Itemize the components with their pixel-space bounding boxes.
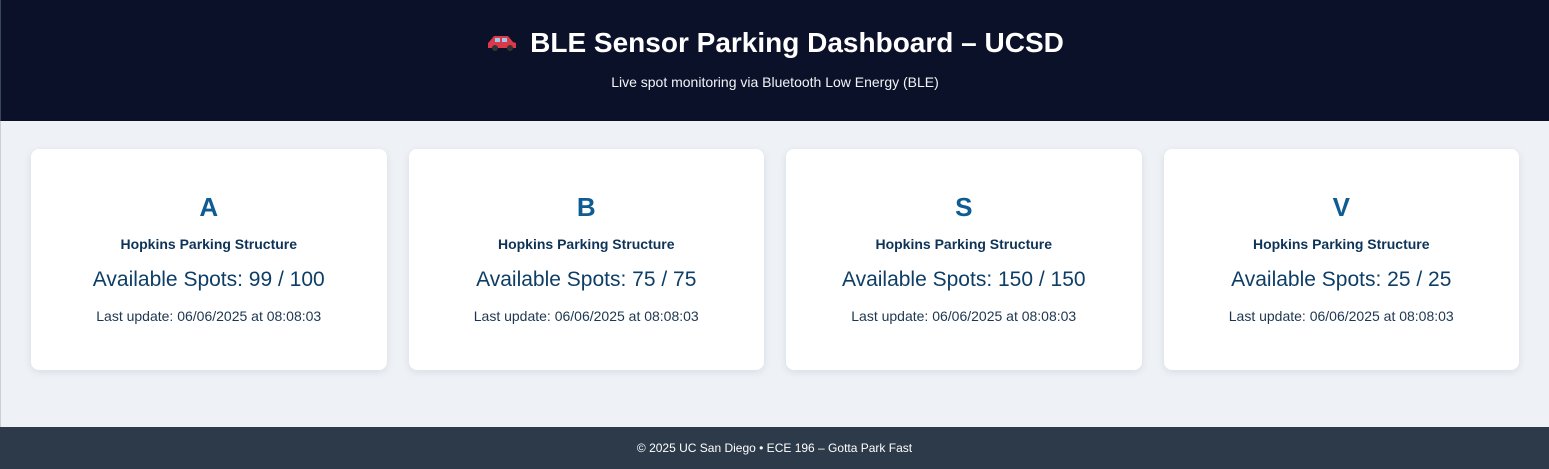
card-grid: A Hopkins Parking Structure Available Sp… <box>31 149 1519 370</box>
main-content: A Hopkins Parking Structure Available Sp… <box>0 121 1549 427</box>
card-letter: A <box>199 192 219 222</box>
card-last-update: Last update: 06/06/2025 at 08:08:03 <box>851 308 1077 324</box>
card-structure: Hopkins Parking Structure <box>497 236 675 252</box>
page-subtitle: Live spot monitoring via Bluetooth Low E… <box>611 74 939 90</box>
footer-text: © 2025 UC San Diego • ECE 196 – Gotta Pa… <box>636 441 913 455</box>
card-available-spots: Available Spots: 25 / 25 <box>1231 268 1452 291</box>
card-structure: Hopkins Parking Structure <box>1252 236 1430 252</box>
parking-card-v: V Hopkins Parking Structure Available Sp… <box>1163 149 1519 370</box>
card-structure: Hopkins Parking Structure <box>875 236 1053 252</box>
card-available-spots: Available Spots: 75 / 75 <box>476 268 697 291</box>
parking-card-b: B Hopkins Parking Structure Available Sp… <box>408 149 764 370</box>
card-available-spots: Available Spots: 150 / 150 <box>841 268 1086 291</box>
card-last-update: Last update: 06/06/2025 at 08:08:03 <box>96 308 322 324</box>
card-letter: S <box>955 192 973 222</box>
card-available-spots: Available Spots: 99 / 100 <box>92 268 325 291</box>
card-letter: B <box>576 192 596 222</box>
card-last-update: Last update: 06/06/2025 at 08:08:03 <box>1228 308 1454 324</box>
page-title: BLE Sensor Parking Dashboard – UCSD <box>530 27 1064 58</box>
car-icon <box>488 36 517 51</box>
page-footer: © 2025 UC San Diego • ECE 196 – Gotta Pa… <box>0 427 1549 469</box>
parking-card-a: A Hopkins Parking Structure Available Sp… <box>31 149 387 370</box>
page-header: BLE Sensor Parking Dashboard – UCSD Live… <box>0 0 1549 121</box>
card-last-update: Last update: 06/06/2025 at 08:08:03 <box>473 308 699 324</box>
card-letter: V <box>1332 192 1350 222</box>
card-structure: Hopkins Parking Structure <box>120 236 298 252</box>
parking-card-s: S Hopkins Parking Structure Available Sp… <box>786 149 1142 370</box>
title-row: BLE Sensor Parking Dashboard – UCSD <box>486 27 1064 59</box>
